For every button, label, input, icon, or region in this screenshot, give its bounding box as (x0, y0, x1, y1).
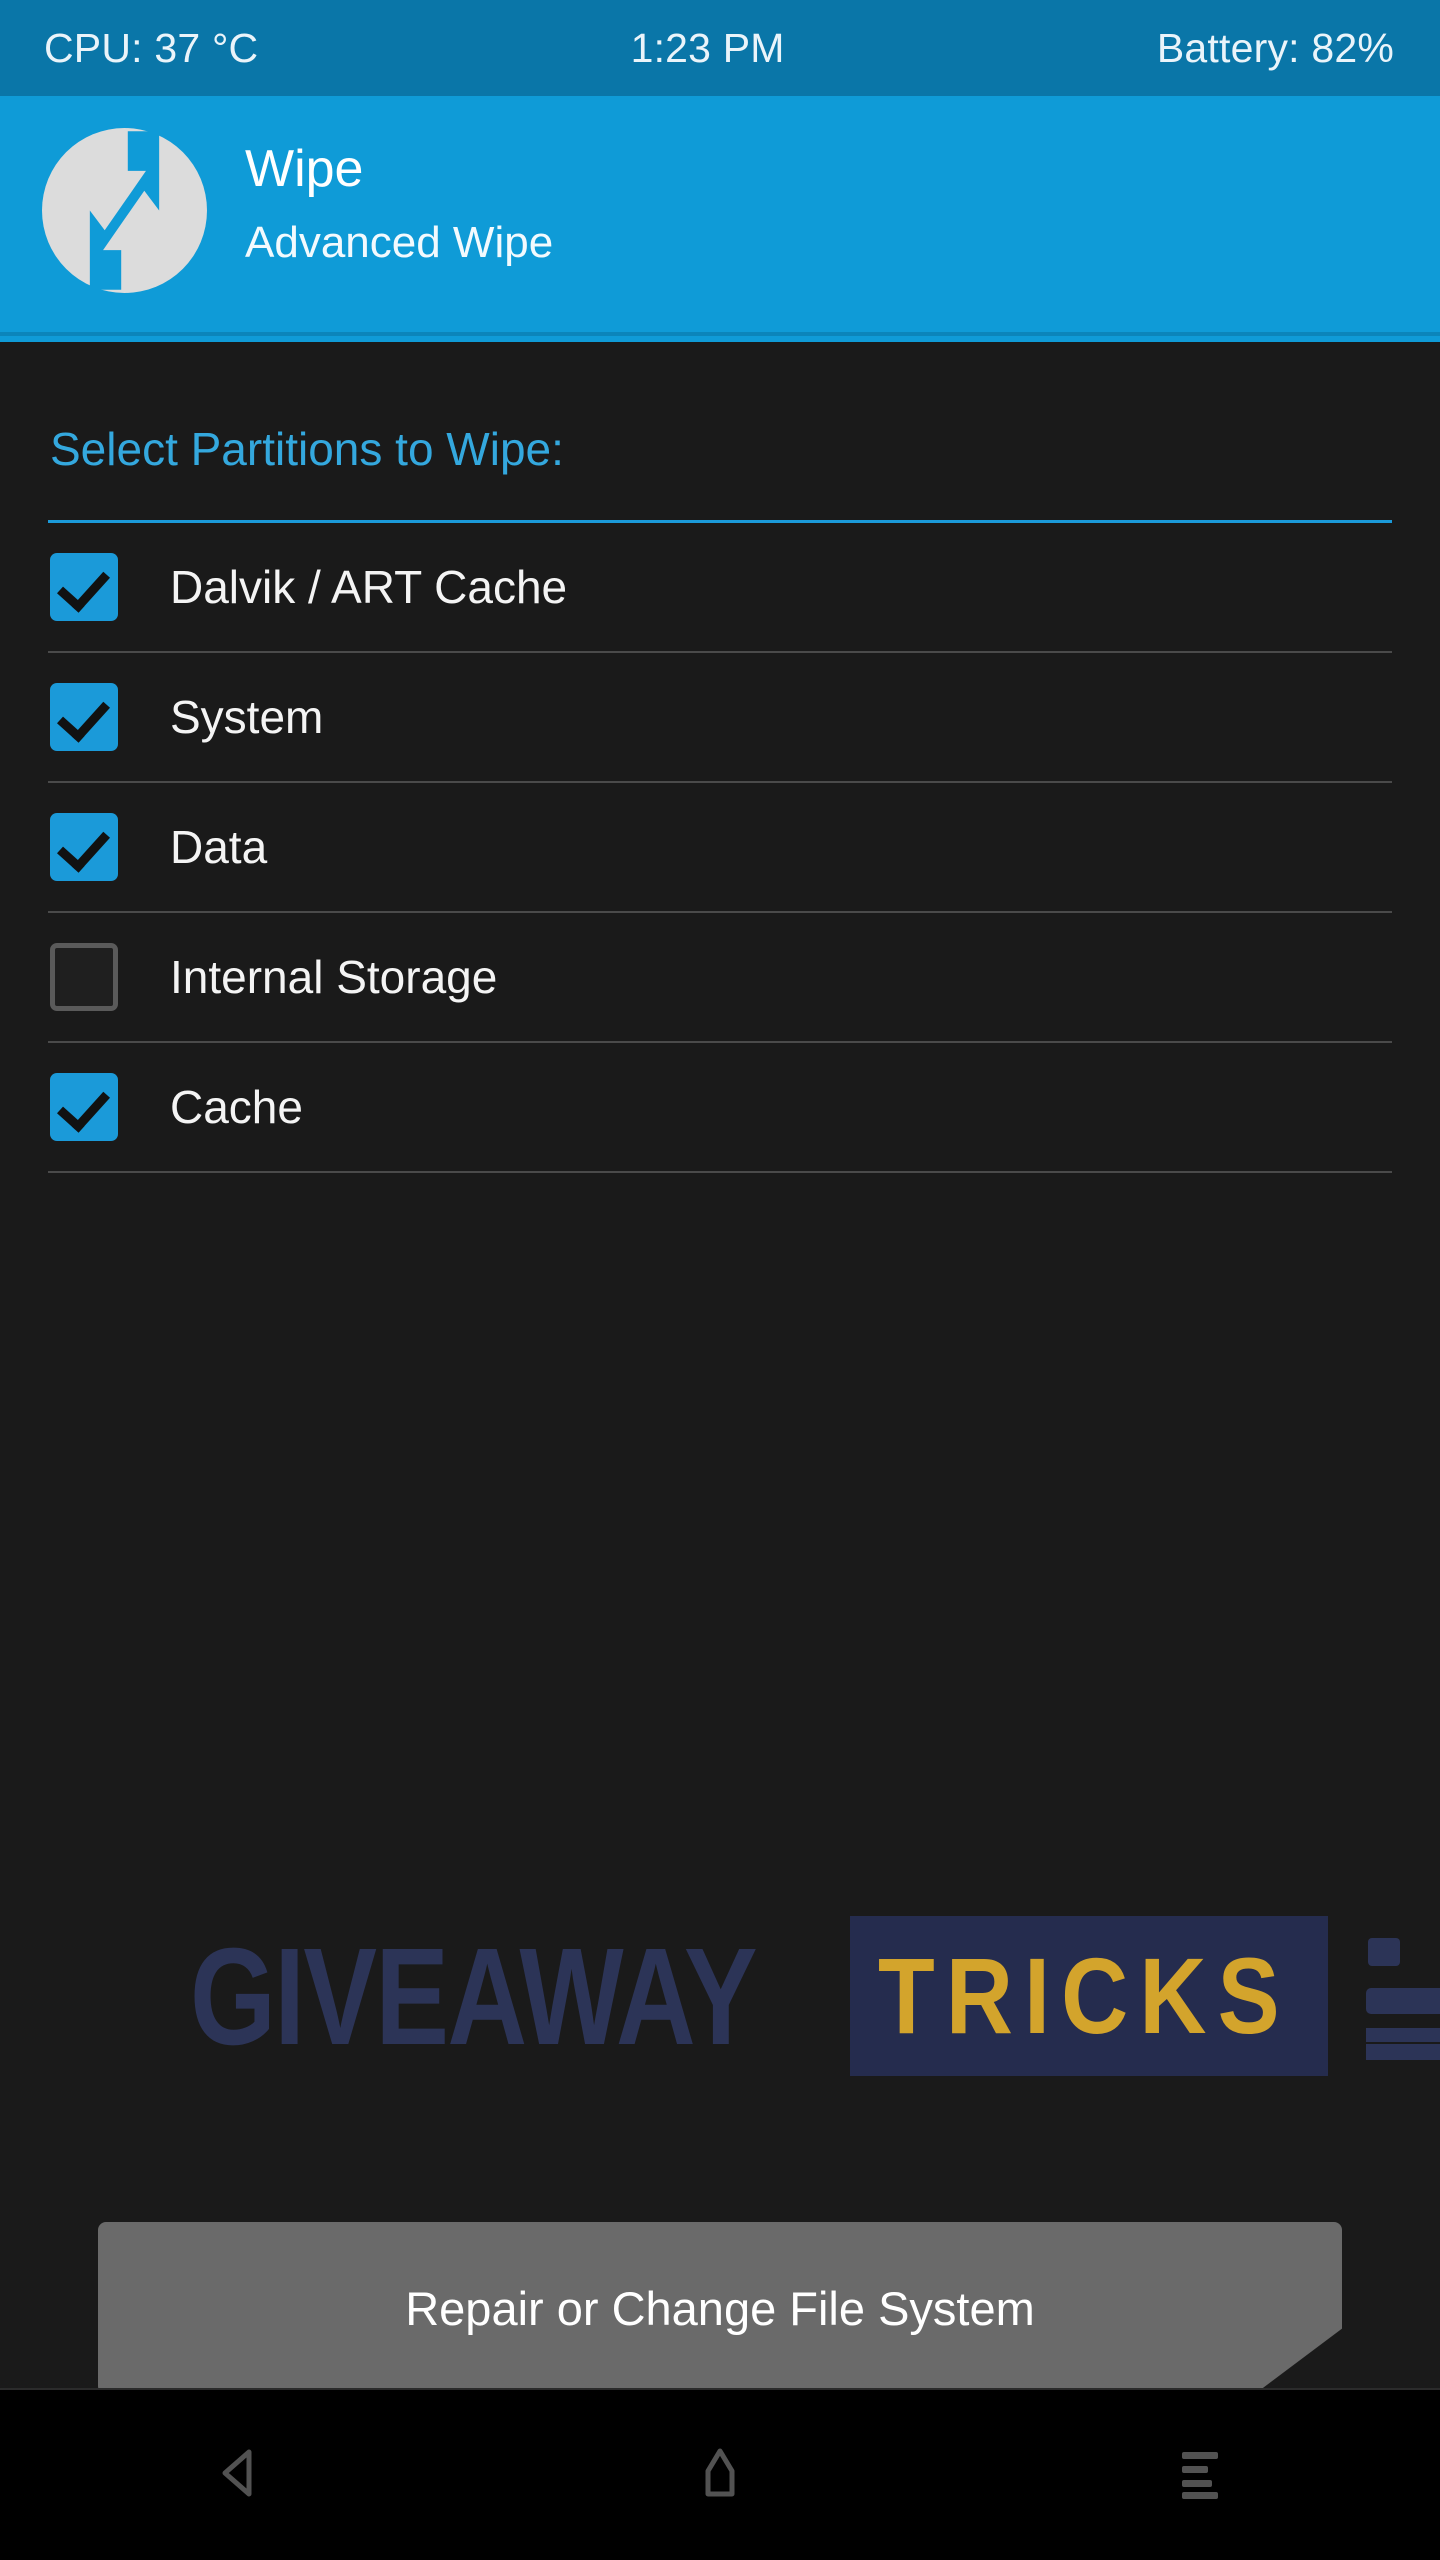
partition-row[interactable]: Data (48, 783, 1392, 913)
watermark-secondary-backdrop (850, 1916, 1328, 2076)
checkbox-checked-icon[interactable] (50, 813, 118, 881)
watermark: GIVEAWAY TRICKS (190, 1916, 1440, 2076)
nav-back-button[interactable] (0, 2390, 480, 2560)
partition-row[interactable]: Cache (48, 1043, 1392, 1173)
partition-label: Data (170, 821, 268, 873)
back-triangle-icon (209, 2442, 271, 2509)
watermark-secondary-text: TRICKS (878, 1935, 1291, 2056)
nav-menu-button[interactable] (960, 2390, 1440, 2560)
twrp-screen: CPU: 37 °C 1:23 PM Battery: 82% Wipe Adv… (0, 0, 1440, 2560)
page-subtitle: Advanced Wipe (245, 218, 554, 267)
app-header: Wipe Advanced Wipe (0, 96, 1440, 342)
menu-lines-icon (1169, 2442, 1231, 2509)
checkbox-checked-icon[interactable] (50, 1073, 118, 1141)
partition-row[interactable]: Dalvik / ART Cache (48, 523, 1392, 653)
nav-home-button[interactable] (480, 2390, 960, 2560)
partition-list: Dalvik / ART Cache System Data Internal Sto… (48, 523, 1392, 1173)
partition-label: Internal Storage (170, 951, 498, 1003)
checkbox-unchecked-icon[interactable] (50, 943, 118, 1011)
repair-or-change-file-system-button[interactable]: Repair or Change File System (98, 2222, 1342, 2394)
header-titles: Wipe Advanced Wipe (245, 138, 553, 272)
clock-label: 1:23 PM (630, 24, 785, 71)
checkbox-checked-icon[interactable] (50, 553, 118, 621)
giveawaytricks-mark-icon (1350, 1932, 1440, 2072)
section-title: Select Partitions to Wipe: (50, 423, 564, 475)
page-title: Wipe (245, 140, 364, 198)
cpu-temperature-label: CPU: 37 °C (44, 24, 259, 71)
repair-button-label: Repair or Change File System (405, 2281, 1035, 2335)
home-icon (689, 2442, 751, 2509)
partition-label: Cache (170, 1081, 303, 1133)
watermark-primary-text: GIVEAWAY (190, 1920, 758, 2074)
checkbox-checked-icon[interactable] (50, 683, 118, 751)
battery-label: Battery: 82% (1156, 24, 1394, 71)
twrp-logo-icon (42, 128, 207, 293)
content-area: Select Partitions to Wipe: Dalvik / ART … (0, 342, 1440, 2560)
partition-label: System (170, 691, 324, 743)
status-bar: CPU: 37 °C 1:23 PM Battery: 82% (0, 0, 1440, 96)
partition-label: Dalvik / ART Cache (170, 561, 568, 613)
partition-row[interactable]: Internal Storage (48, 913, 1392, 1043)
header-divider (0, 332, 1440, 336)
android-navigation-bar (0, 2390, 1440, 2560)
partition-row[interactable]: System (48, 653, 1392, 783)
